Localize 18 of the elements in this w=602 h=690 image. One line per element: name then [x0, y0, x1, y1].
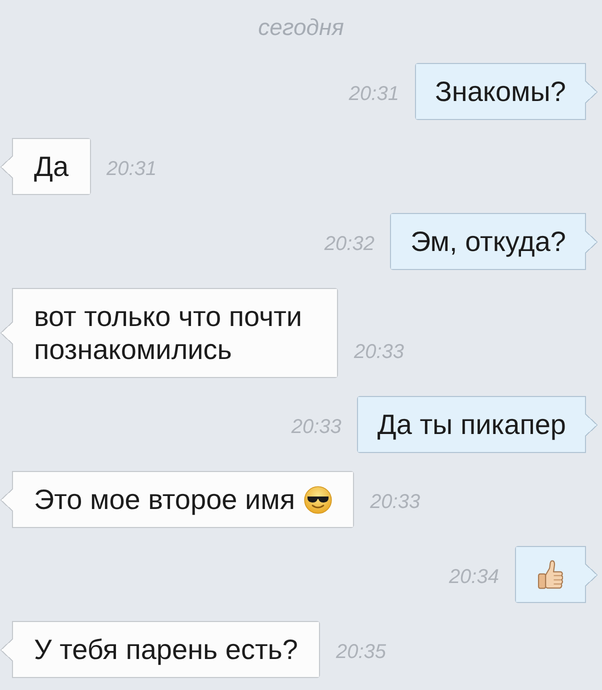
message-time: 20:34 [448, 567, 499, 587]
message-text: Эм, откуда? [410, 225, 566, 258]
message-time: 20:31 [106, 159, 157, 179]
message-text: Да [34, 150, 69, 183]
date-header: сегодня [258, 13, 344, 42]
thumbs-up-icon [538, 560, 563, 589]
message-text: Это мое второе имя [34, 483, 296, 516]
message-time: 20:31 [348, 84, 399, 104]
message-time: 20:33 [354, 342, 404, 362]
message-time: 20:33 [291, 417, 342, 437]
message-text: Да ты пикапер [377, 408, 566, 441]
message-time: 20:33 [370, 492, 420, 512]
message-text: вот только что почти познакомились [34, 300, 304, 366]
message-time: 20:35 [336, 642, 386, 662]
message-text: У тебя парень есть? [34, 633, 298, 666]
sunglasses-smiley-icon [304, 486, 332, 514]
message-time: 20:32 [324, 234, 374, 254]
message-text: Знакомы? [434, 75, 566, 108]
